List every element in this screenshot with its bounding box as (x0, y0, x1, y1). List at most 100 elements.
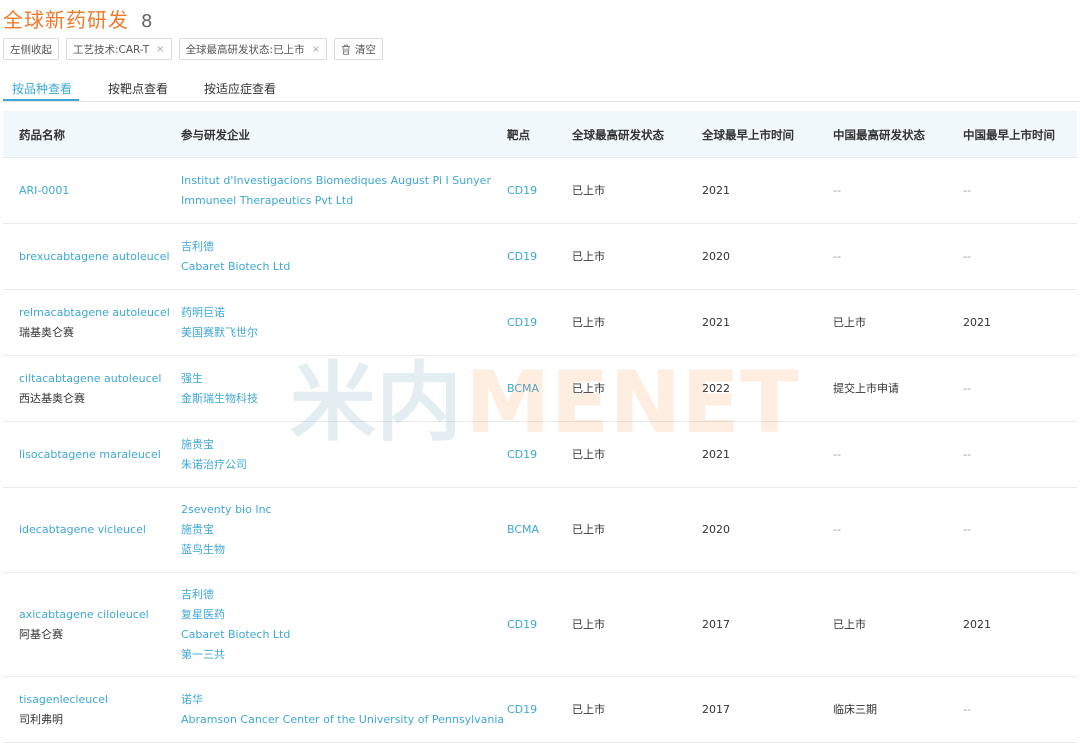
china-status-cell: 临床三期 (833, 702, 877, 716)
trash-icon (342, 44, 350, 55)
drug-name-cell: axicabtagene ciloleucel 阿基仑赛 (19, 573, 149, 676)
tab-by-target[interactable]: 按靶点查看 (108, 80, 168, 97)
global-status-cell: 已上市 (572, 183, 605, 197)
global-date-cell: 2020 (702, 523, 730, 536)
target-link[interactable]: CD19 (507, 700, 537, 720)
tab-by-indication[interactable]: 按适应症查看 (204, 80, 276, 97)
target-link[interactable]: CD19 (507, 313, 537, 333)
table-row: brexucabtagene autoleucel 吉利德 Cabaret Bi… (3, 224, 1077, 290)
drug-name-link[interactable]: tisagenlecleucel (19, 690, 108, 710)
table-row: ARI-0001 Institut d'Investigacions Biome… (3, 158, 1077, 224)
company-link[interactable]: 美国赛默飞世尔 (181, 323, 258, 343)
target-cell: CD19 (507, 677, 537, 742)
drug-name-link[interactable]: ARI-0001 (19, 181, 69, 201)
company-link[interactable]: 吉利德 (181, 237, 290, 257)
drug-name-link[interactable]: idecabtagene vicleucel (19, 520, 146, 540)
collapse-sidebar-label: 左侧收起 (10, 43, 52, 56)
target-cell: CD19 (507, 573, 537, 676)
company-link[interactable]: Cabaret Biotech Ltd (181, 625, 290, 645)
column-header-companies: 参与研发企业 (181, 128, 250, 142)
target-link[interactable]: CD19 (507, 247, 537, 267)
china-date-cell: -- (963, 249, 971, 263)
china-date-cell: 2021 (963, 315, 991, 329)
column-header-drug-name: 药品名称 (19, 128, 65, 142)
filter-chip-global-status[interactable]: 全球最高研发状态:已上市 × (178, 38, 327, 60)
table-header: 药品名称 参与研发企业 靶点 全球最高研发状态 全球最早上市时间 中国最高研发状… (3, 111, 1077, 158)
target-link[interactable]: CD19 (507, 445, 537, 465)
table-row: axicabtagene ciloleucel 阿基仑赛 吉利德 复星医药 Ca… (3, 573, 1077, 677)
china-status-cell: -- (833, 523, 841, 536)
drug-name-link[interactable]: lisocabtagene maraleucel (19, 445, 161, 465)
china-status-cell: -- (833, 447, 841, 461)
china-status-cell: -- (833, 183, 841, 197)
companies-cell: 强生 金斯瑞生物科技 (181, 356, 258, 421)
china-date-cell: -- (963, 447, 971, 461)
drug-name-cell: tisagenlecleucel 司利弗明 (19, 677, 108, 742)
drug-name-link[interactable]: relmacabtagene autoleucel (19, 303, 170, 323)
china-status-cell: 已上市 (833, 617, 866, 631)
global-date-cell: 2020 (702, 249, 730, 263)
china-status-cell: -- (833, 249, 841, 263)
company-link[interactable]: 2seventy bio Inc (181, 500, 272, 520)
view-tabs: 按品种查看 按靶点查看 按适应症查看 (0, 74, 1080, 102)
drug-name-cell: ARI-0001 (19, 158, 69, 223)
clear-filters-button[interactable]: 清空 (334, 38, 383, 60)
company-link[interactable]: 强生 (181, 369, 258, 389)
target-link[interactable]: BCMA (507, 379, 539, 399)
global-status-cell: 已上市 (572, 447, 605, 461)
company-link[interactable]: 朱诺治疗公司 (181, 455, 247, 475)
tab-by-drug[interactable]: 按品种查看 (12, 80, 72, 97)
global-status-cell: 已上市 (572, 617, 605, 631)
companies-cell: 诺华 Abramson Cancer Center of the Univers… (181, 677, 504, 742)
target-cell: BCMA (507, 356, 539, 421)
company-link[interactable]: 药明巨诺 (181, 303, 258, 323)
company-link[interactable]: 施贵宝 (181, 520, 272, 540)
china-date-cell: -- (963, 381, 971, 395)
global-date-cell: 2021 (702, 183, 730, 197)
column-header-global-date: 全球最早上市时间 (702, 128, 794, 142)
company-link[interactable]: 施贵宝 (181, 435, 247, 455)
clear-filters-label: 清空 (355, 43, 376, 56)
drug-name-cell: lisocabtagene maraleucel (19, 422, 161, 487)
filter-bar: 左侧收起 工艺技术:CAR-T × 全球最高研发状态:已上市 × 清空 (3, 38, 383, 60)
close-icon[interactable]: × (156, 44, 164, 55)
company-link[interactable]: 蓝鸟生物 (181, 540, 272, 560)
drug-name-cell: brexucabtagene autoleucel (19, 224, 170, 289)
global-status-cell: 已上市 (572, 523, 605, 536)
table-row: tisagenlecleucel 司利弗明 诺华 Abramson Cancer… (3, 677, 1077, 743)
close-icon[interactable]: × (312, 44, 320, 55)
china-date-cell: -- (963, 183, 971, 197)
filter-chip-process-tech[interactable]: 工艺技术:CAR-T × (66, 38, 172, 60)
target-link[interactable]: CD19 (507, 615, 537, 635)
drug-table: 药品名称 参与研发企业 靶点 全球最高研发状态 全球最早上市时间 中国最高研发状… (3, 111, 1077, 743)
drug-name-cn: 瑞基奥仑赛 (19, 325, 74, 339)
companies-cell: 吉利德 复星医药 Cabaret Biotech Ltd 第一三共 (181, 573, 290, 676)
drug-name-cn: 阿基仑赛 (19, 627, 63, 641)
drug-name-cn: 司利弗明 (19, 712, 63, 726)
target-link[interactable]: BCMA (507, 520, 539, 540)
global-status-cell: 已上市 (572, 315, 605, 329)
drug-name-link[interactable]: brexucabtagene autoleucel (19, 247, 170, 267)
companies-cell: 2seventy bio Inc 施贵宝 蓝鸟生物 (181, 488, 272, 572)
target-cell: BCMA (507, 488, 539, 572)
page-header: 全球新药研发 8 (3, 4, 152, 32)
company-link[interactable]: Immuneel Therapeutics Pvt Ltd (181, 191, 491, 211)
company-link[interactable]: Abramson Cancer Center of the University… (181, 710, 504, 730)
drug-name-link[interactable]: ciltacabtagene autoleucel (19, 369, 161, 389)
drug-name-link[interactable]: axicabtagene ciloleucel (19, 605, 149, 625)
global-date-cell: 2017 (702, 702, 730, 716)
company-link[interactable]: 金斯瑞生物科技 (181, 389, 258, 409)
collapse-sidebar-button[interactable]: 左侧收起 (3, 38, 59, 60)
company-link[interactable]: Cabaret Biotech Ltd (181, 257, 290, 277)
table-row: lisocabtagene maraleucel 施贵宝 朱诺治疗公司 CD19… (3, 422, 1077, 488)
column-header-target: 靶点 (507, 128, 530, 142)
company-link[interactable]: 吉利德 (181, 585, 290, 605)
china-date-cell: 2021 (963, 617, 991, 631)
company-link[interactable]: 诺华 (181, 690, 504, 710)
company-link[interactable]: 复星医药 (181, 605, 290, 625)
companies-cell: 施贵宝 朱诺治疗公司 (181, 422, 247, 487)
company-link[interactable]: 第一三共 (181, 645, 290, 665)
target-link[interactable]: CD19 (507, 181, 537, 201)
company-link[interactable]: Institut d'Investigacions Biomediques Au… (181, 171, 491, 191)
column-header-china-date: 中国最早上市时间 (963, 128, 1055, 142)
